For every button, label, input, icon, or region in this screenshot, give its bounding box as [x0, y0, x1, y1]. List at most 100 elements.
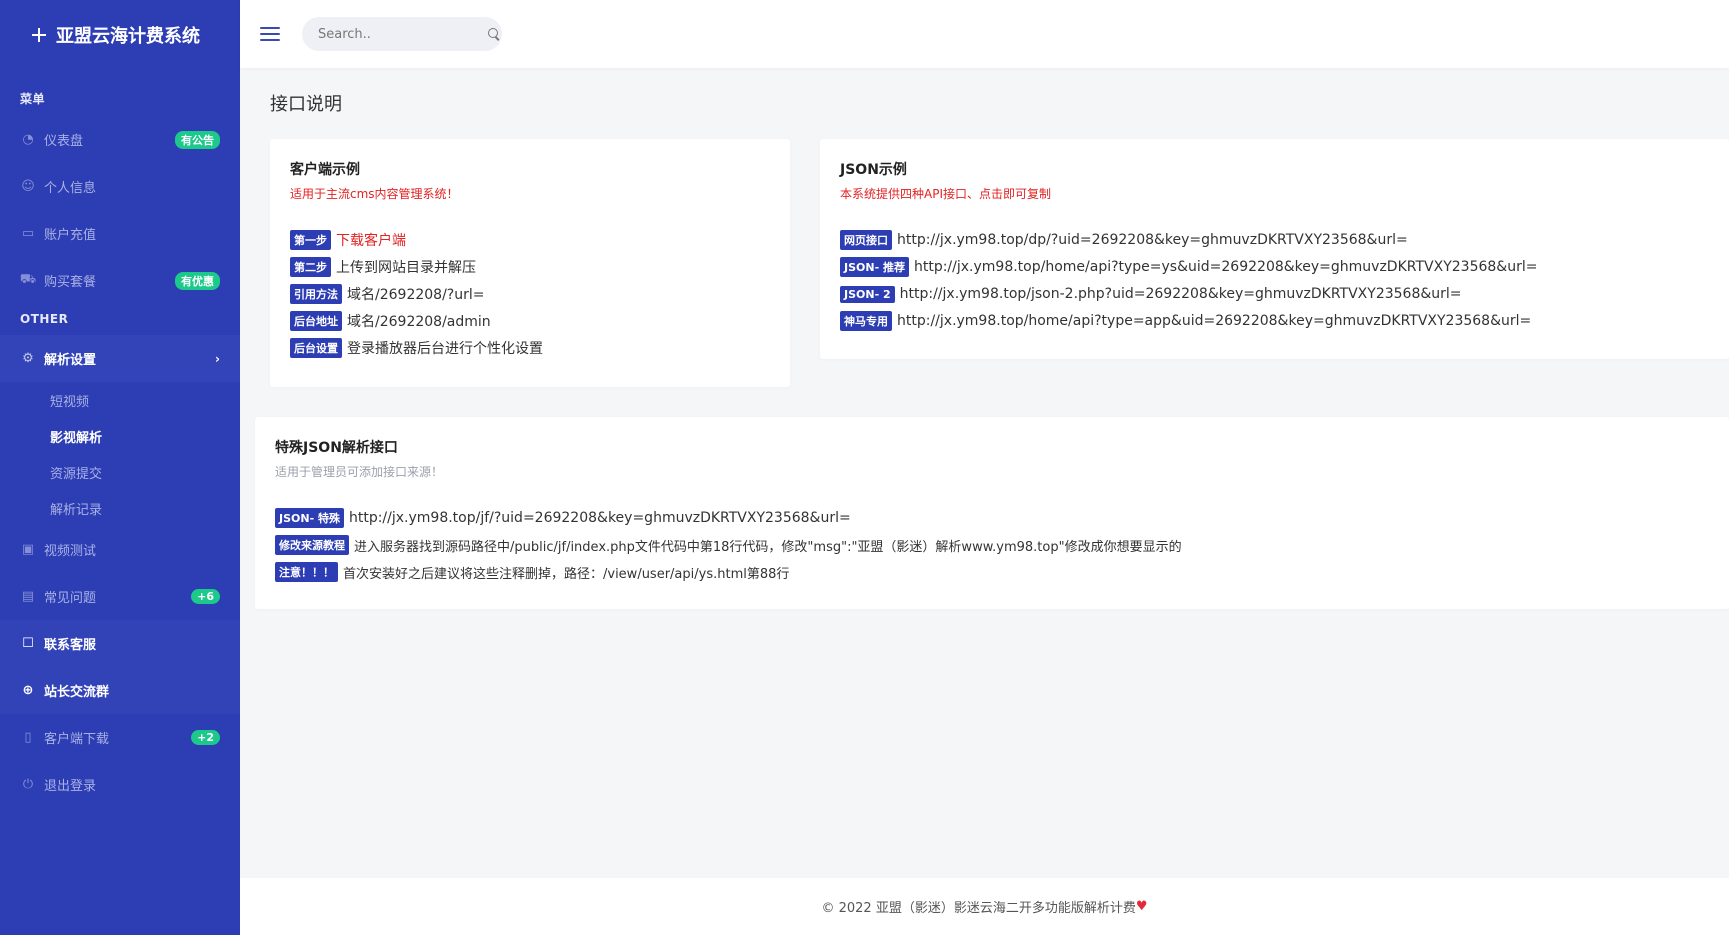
download-client-link[interactable]: 下载客户端: [336, 230, 406, 250]
step-tag: 引用方法: [290, 284, 342, 304]
sidebar-item-parse-settings[interactable]: ⚙ 解析设置 ›: [0, 335, 240, 382]
sidebar-item-recharge[interactable]: ▭ 账户充值: [0, 210, 240, 257]
user-icon: ☺: [21, 179, 35, 194]
client-example-card: 客户端示例 适用于主流cms内容管理系统！ 第一步 下载客户端 第二步 上传到网…: [270, 139, 790, 387]
section-label-menu: 菜单: [20, 92, 46, 106]
card-title: 客户端示例: [290, 162, 360, 178]
file-icon: ▯: [24, 730, 32, 745]
row-value: 首次安装好之后建议将这些注释删掉，路径：/view/user/api/ys.ht…: [343, 566, 790, 582]
document-icon: ▤: [21, 589, 35, 604]
api-url[interactable]: http://jx.ym98.top/dp/?uid=2692208&key=g…: [897, 232, 1408, 248]
subitem-resource-submit[interactable]: 资源提交: [0, 454, 240, 490]
api-url[interactable]: http://jx.ym98.top/jf/?uid=2692208&key=g…: [349, 510, 851, 526]
sidebar-item-client-download[interactable]: ▯ 客户端下载 +2: [0, 714, 240, 761]
subitem-movie-parse[interactable]: 影视解析: [0, 418, 240, 454]
brand[interactable]: 亚盟云海计费系统: [0, 0, 240, 70]
search-input[interactable]: [318, 26, 488, 42]
sidebar-item-webmaster-group[interactable]: ⊕ 站长交流群: [0, 667, 240, 714]
api-url[interactable]: http://jx.ym98.top/home/api?type=ys&uid=…: [914, 259, 1538, 275]
menu-toggle-icon[interactable]: [260, 27, 280, 41]
api-tag: 网页接口: [840, 230, 892, 250]
move-logo-icon: [32, 28, 46, 42]
page-title: 接口说明: [270, 94, 342, 115]
tutorial-tag: 修改来源教程: [275, 535, 349, 555]
card-subtitle: 适用于管理员可添加接口来源！: [275, 465, 444, 479]
footer-text: © 2022 亚盟（影迷）影迷云海二开多功能版解析计费: [821, 901, 1136, 916]
api-row[interactable]: 网页接口 http://jx.ym98.top/dp/?uid=2692208&…: [840, 230, 1709, 250]
client-row: 第一步 下载客户端: [290, 230, 770, 250]
sidebar-item-dashboard[interactable]: ◔ 仪表盘 有公告: [0, 116, 240, 163]
special-row: 修改来源教程 进入服务器找到源码路径中/public/jf/index.php文…: [275, 535, 1709, 555]
sidebar-item-label: 站长交流群: [44, 685, 110, 700]
topbar: [240, 0, 1729, 68]
warning-tag: 注意！！！: [275, 562, 338, 582]
sidebar-item-logout[interactable]: ⏻ 退出登录: [0, 761, 240, 808]
row-value: 进入服务器找到源码路径中/public/jf/index.php文件代码中第18…: [354, 539, 1182, 555]
sidebar-item-video-test[interactable]: ▣ 视频测试: [0, 526, 240, 573]
api-tag: JSON- 2: [840, 285, 895, 303]
api-row[interactable]: JSON- 2 http://jx.ym98.top/json-2.php?ui…: [840, 285, 1709, 303]
api-url[interactable]: http://jx.ym98.top/json-2.php?uid=269220…: [900, 286, 1462, 302]
row-value: 上传到网站目录并解压: [336, 260, 476, 276]
brand-title: 亚盟云海计费系统: [56, 26, 200, 47]
api-url[interactable]: http://jx.ym98.top/home/api?type=app&uid…: [897, 313, 1531, 329]
sidebar-item-label: 仪表盘: [44, 134, 84, 149]
sidebar-item-contact-support[interactable]: ☐ 联系客服: [0, 620, 240, 667]
sidebar-item-label: 解析设置: [44, 353, 97, 368]
api-row[interactable]: JSON- 推荐 http://jx.ym98.top/home/api?typ…: [840, 257, 1709, 277]
sidebar-item-label: 购买套餐: [44, 275, 97, 290]
chat-icon: ☐: [22, 636, 34, 651]
power-icon: ⏻: [22, 777, 34, 792]
step-tag: 后台设置: [290, 338, 342, 358]
json-example-card: JSON示例 本系统提供四种API接口、点击即可复制 网页接口 http://j…: [820, 139, 1729, 359]
video-icon: ▣: [21, 542, 35, 557]
api-tag: JSON- 推荐: [840, 257, 909, 277]
step-tag: 第一步: [290, 230, 331, 250]
client-row: 第二步 上传到网站目录并解压: [290, 257, 770, 277]
special-json-card: 特殊JSON解析接口 适用于管理员可添加接口来源！ JSON- 特殊 http:…: [255, 417, 1729, 609]
subitem-parse-log[interactable]: 解析记录: [0, 490, 240, 526]
subitem-short-video[interactable]: 短视频: [0, 382, 240, 418]
client-row: 引用方法 域名/2692208/?url=: [290, 284, 770, 304]
row-value[interactable]: 域名/2692208/admin: [347, 311, 491, 331]
special-row[interactable]: JSON- 特殊 http://jx.ym98.top/jf/?uid=2692…: [275, 508, 1709, 528]
client-row: 后台地址 域名/2692208/admin: [290, 311, 770, 331]
sidebar-item-label: 个人信息: [44, 181, 97, 196]
sidebar: 亚盟云海计费系统 菜单 ◔ 仪表盘 有公告 ☺ 个人信息 ▭ 账户充值 ⛟ 购买…: [0, 0, 240, 935]
sidebar-item-label: 客户端下载: [44, 732, 110, 747]
faq-count-badge: +6: [191, 589, 220, 604]
sidebar-item-label: 常见问题: [44, 591, 97, 606]
cart-icon: ⛟: [19, 272, 37, 287]
sidebar-item-label: 退出登录: [44, 779, 97, 794]
chevron-right-icon: ›: [215, 351, 220, 366]
api-tag: JSON- 特殊: [275, 508, 344, 528]
footer: © 2022 亚盟（影迷）影迷云海二开多功能版解析计费 ♥: [240, 878, 1729, 935]
row-value[interactable]: 域名/2692208/?url=: [347, 284, 484, 304]
gear-icon: ⚙: [22, 351, 34, 366]
discount-badge: 有优惠: [175, 271, 220, 290]
sidebar-item-label: 联系客服: [44, 638, 97, 653]
plus-circle-icon: ⊕: [22, 683, 34, 698]
sidebar-item-label: 视频测试: [44, 544, 97, 559]
row-value: 登录播放器后台进行个性化设置: [347, 341, 543, 357]
sidebar-item-profile[interactable]: ☺ 个人信息: [0, 163, 240, 210]
card-icon: ▭: [21, 226, 35, 241]
heart-icon: ♥: [1135, 899, 1148, 914]
special-row: 注意！！！ 首次安装好之后建议将这些注释删掉，路径：/view/user/api…: [275, 562, 1709, 582]
sidebar-item-buy-package[interactable]: ⛟ 购买套餐 有优惠: [0, 257, 240, 304]
step-tag: 第二步: [290, 257, 331, 277]
api-row[interactable]: 神马专用 http://jx.ym98.top/home/api?type=ap…: [840, 311, 1709, 331]
sidebar-item-label: 账户充值: [44, 228, 97, 243]
search-box: [302, 17, 502, 51]
announcement-badge: 有公告: [175, 130, 220, 149]
download-count-badge: +2: [191, 730, 220, 745]
dashboard-icon: ◔: [22, 132, 34, 147]
step-tag: 后台地址: [290, 311, 342, 331]
card-subtitle: 适用于主流cms内容管理系统！: [290, 187, 459, 201]
section-label-other: OTHER: [20, 312, 69, 326]
sidebar-item-faq[interactable]: ▤ 常见问题 +6: [0, 573, 240, 620]
client-row: 后台设置 登录播放器后台进行个性化设置: [290, 338, 770, 358]
card-title: 特殊JSON解析接口: [275, 440, 398, 456]
api-tag: 神马专用: [840, 311, 892, 331]
card-title: JSON示例: [840, 162, 907, 178]
